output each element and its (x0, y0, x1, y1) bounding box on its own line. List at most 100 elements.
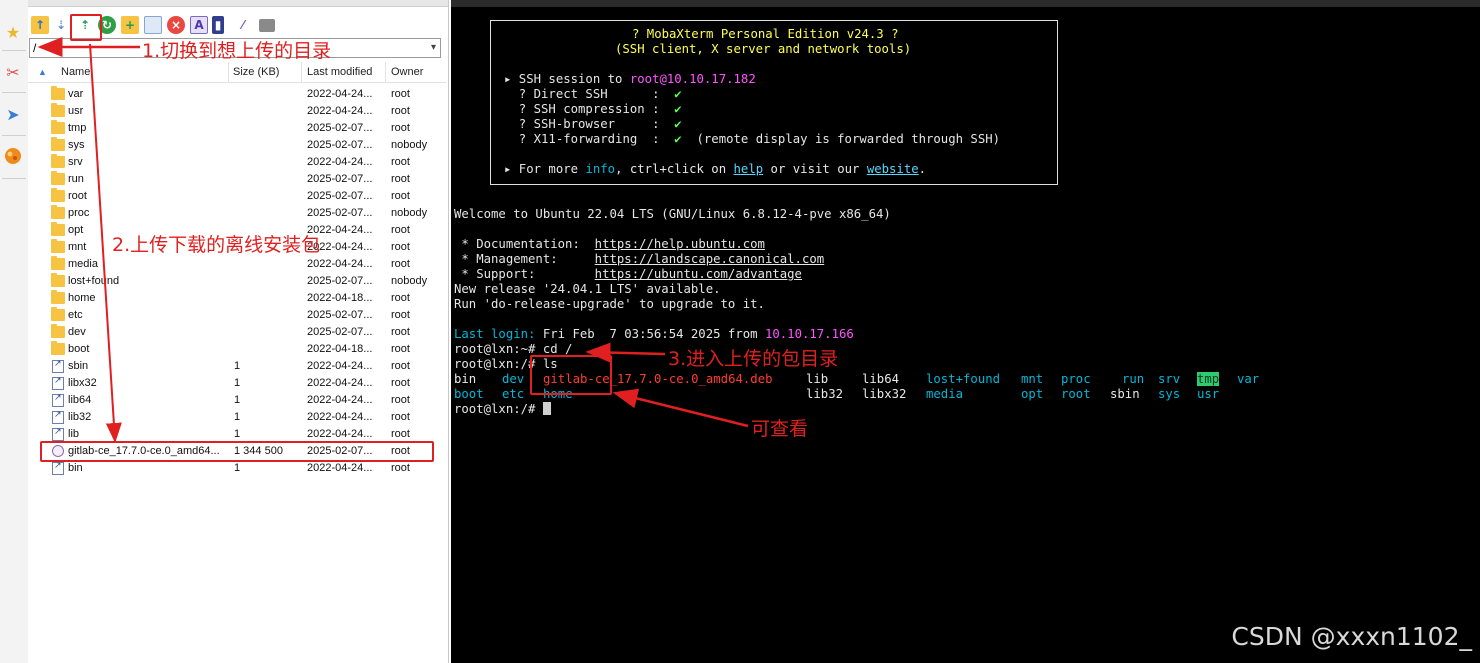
tools-icon[interactable]: ✂ (3, 62, 23, 82)
folder-icon (51, 103, 65, 117)
ssh-session-line: ▸ SSH session to root@10.10.17.182 (504, 72, 756, 86)
sort-ascending-icon[interactable]: ▲ (38, 67, 47, 77)
file-row[interactable]: lib 1 2022-04-24... root (28, 426, 446, 443)
symlink-icon (52, 375, 64, 390)
ssh-item-compression: ? SSH compression : ✔ (504, 102, 682, 116)
parent-folder-icon[interactable]: ↑ (31, 16, 49, 34)
download-icon[interactable]: ⇣ (52, 16, 70, 34)
file-row[interactable]: lost+found 2025-02-07... nobody (28, 273, 446, 290)
file-size: 1 (234, 462, 241, 474)
file-owner: root (391, 258, 410, 270)
file-row[interactable]: media 2022-04-24... root (28, 256, 446, 273)
sidebar-divider (2, 92, 26, 93)
file-row[interactable]: var 2022-04-24... root (28, 86, 446, 103)
ls-entry: opt (1021, 387, 1044, 401)
column-divider[interactable] (385, 62, 386, 82)
file-row[interactable]: gitlab-ce_17.7.0-ce.0_amd64... 1 344 500 2… (28, 443, 446, 460)
file-owner: root (391, 445, 410, 457)
release-line: New release '24.04.1 LTS' available. (454, 282, 721, 296)
upload-icon[interactable]: ⇡ (76, 16, 94, 34)
file-owner: root (391, 343, 410, 355)
file-owner: root (391, 428, 410, 440)
file-row[interactable]: sys 2025-02-07... nobody (28, 137, 446, 154)
help-link[interactable]: help (734, 162, 764, 176)
file-owner: root (391, 462, 410, 474)
delete-icon[interactable]: × (167, 16, 185, 34)
file-row[interactable]: proc 2025-02-07... nobody (28, 205, 446, 222)
new-file-icon[interactable] (144, 16, 162, 34)
file-name: usr (68, 105, 84, 117)
ls-entry: lib64 (862, 372, 900, 386)
file-modified: 2025-02-07... (307, 445, 373, 457)
file-row[interactable]: bin 1 2022-04-24... root (28, 460, 446, 477)
file-size: 1 344 500 (234, 445, 283, 457)
sidebar-divider (2, 135, 26, 136)
file-row[interactable]: root 2025-02-07... root (28, 188, 446, 205)
column-divider[interactable] (228, 62, 229, 82)
terminal-cursor (542, 402, 551, 415)
column-owner[interactable]: Owner (391, 66, 423, 78)
file-row[interactable]: dev 2025-02-07... root (28, 324, 446, 341)
terminal-icon[interactable] (259, 19, 275, 32)
doc-line: * Documentation: https://help.ubuntu.com (454, 237, 765, 251)
watermark: CSDN @xxxn1102_ (1231, 622, 1472, 651)
file-row[interactable]: opt 2022-04-24... root (28, 222, 446, 239)
terminal[interactable]: ? MobaXterm Personal Edition v24.3 ? (SS… (451, 0, 1480, 663)
settings-icon[interactable]: ⁄ (234, 16, 252, 34)
file-row[interactable]: home 2022-04-18... root (28, 290, 446, 307)
prompt-line[interactable]: root@lxn:/# (454, 402, 551, 417)
upgrade-line: Run 'do-release-upgrade' to upgrade to i… (454, 297, 765, 311)
folder-icon (51, 239, 65, 253)
column-divider[interactable] (301, 62, 302, 82)
path-input[interactable]: / ▾ (29, 38, 441, 58)
file-owner: root (391, 377, 410, 389)
ls-entry: root (1061, 387, 1091, 401)
ssh-item-x11: ? X11-forwarding : ✔ (remote display is … (504, 132, 1001, 146)
website-link[interactable]: website (867, 162, 919, 176)
file-row[interactable]: mnt 2022-04-24... root (28, 239, 446, 256)
folder-icon (51, 222, 65, 236)
file-row[interactable]: sbin 1 2022-04-24... root (28, 358, 446, 375)
file-owner: root (391, 156, 410, 168)
folder-icon (51, 120, 65, 134)
quick-connect-bar[interactable] (28, 0, 448, 7)
globe-icon[interactable] (3, 146, 23, 166)
file-size: 1 (234, 428, 241, 440)
symlink-icon (52, 426, 64, 441)
file-row[interactable]: libx32 1 2022-04-24... root (28, 375, 446, 392)
chevron-down-icon[interactable]: ▾ (431, 39, 436, 57)
refresh-icon[interactable]: ↻ (98, 16, 116, 34)
star-icon[interactable]: ★ (3, 22, 23, 42)
file-row[interactable]: etc 2025-02-07... root (28, 307, 446, 324)
file-owner: root (391, 360, 410, 372)
column-size[interactable]: Size (KB) (233, 66, 279, 78)
doc-link[interactable]: https://help.ubuntu.com (595, 237, 765, 251)
rename-icon[interactable]: A (190, 16, 208, 34)
permissions-icon[interactable]: ▮ (212, 16, 224, 34)
send-icon[interactable]: ➤ (3, 104, 23, 124)
file-row[interactable]: run 2025-02-07... root (28, 171, 446, 188)
info-link[interactable]: info (585, 162, 615, 176)
sidebar: ★ ✂ ➤ (0, 0, 29, 663)
file-modified: 2022-04-24... (307, 224, 373, 236)
new-folder-icon[interactable]: + (121, 16, 139, 34)
file-name: lib32 (68, 411, 92, 423)
file-row[interactable]: lib64 1 2022-04-24... root (28, 392, 446, 409)
file-row[interactable]: lib32 1 2022-04-24... root (28, 409, 446, 426)
file-modified: 2022-04-24... (307, 88, 373, 100)
file-owner: root (391, 394, 410, 406)
management-link[interactable]: https://landscape.canonical.com (595, 252, 825, 266)
ls-entry: libx32 (862, 387, 907, 401)
file-owner: nobody (391, 139, 428, 151)
terminal-tab-bar[interactable] (451, 0, 1480, 7)
package-file-icon (52, 445, 64, 457)
file-row[interactable]: tmp 2025-02-07... root (28, 120, 446, 137)
column-modified[interactable]: Last modified (307, 66, 372, 78)
column-name[interactable]: Name (61, 66, 90, 78)
support-link[interactable]: https://ubuntu.com/advantage (595, 267, 802, 281)
folder-icon (51, 171, 65, 185)
file-row[interactable]: boot 2022-04-18... root (28, 341, 446, 358)
file-owner: root (391, 224, 410, 236)
file-row[interactable]: usr 2022-04-24... root (28, 103, 446, 120)
file-row[interactable]: srv 2022-04-24... root (28, 154, 446, 171)
